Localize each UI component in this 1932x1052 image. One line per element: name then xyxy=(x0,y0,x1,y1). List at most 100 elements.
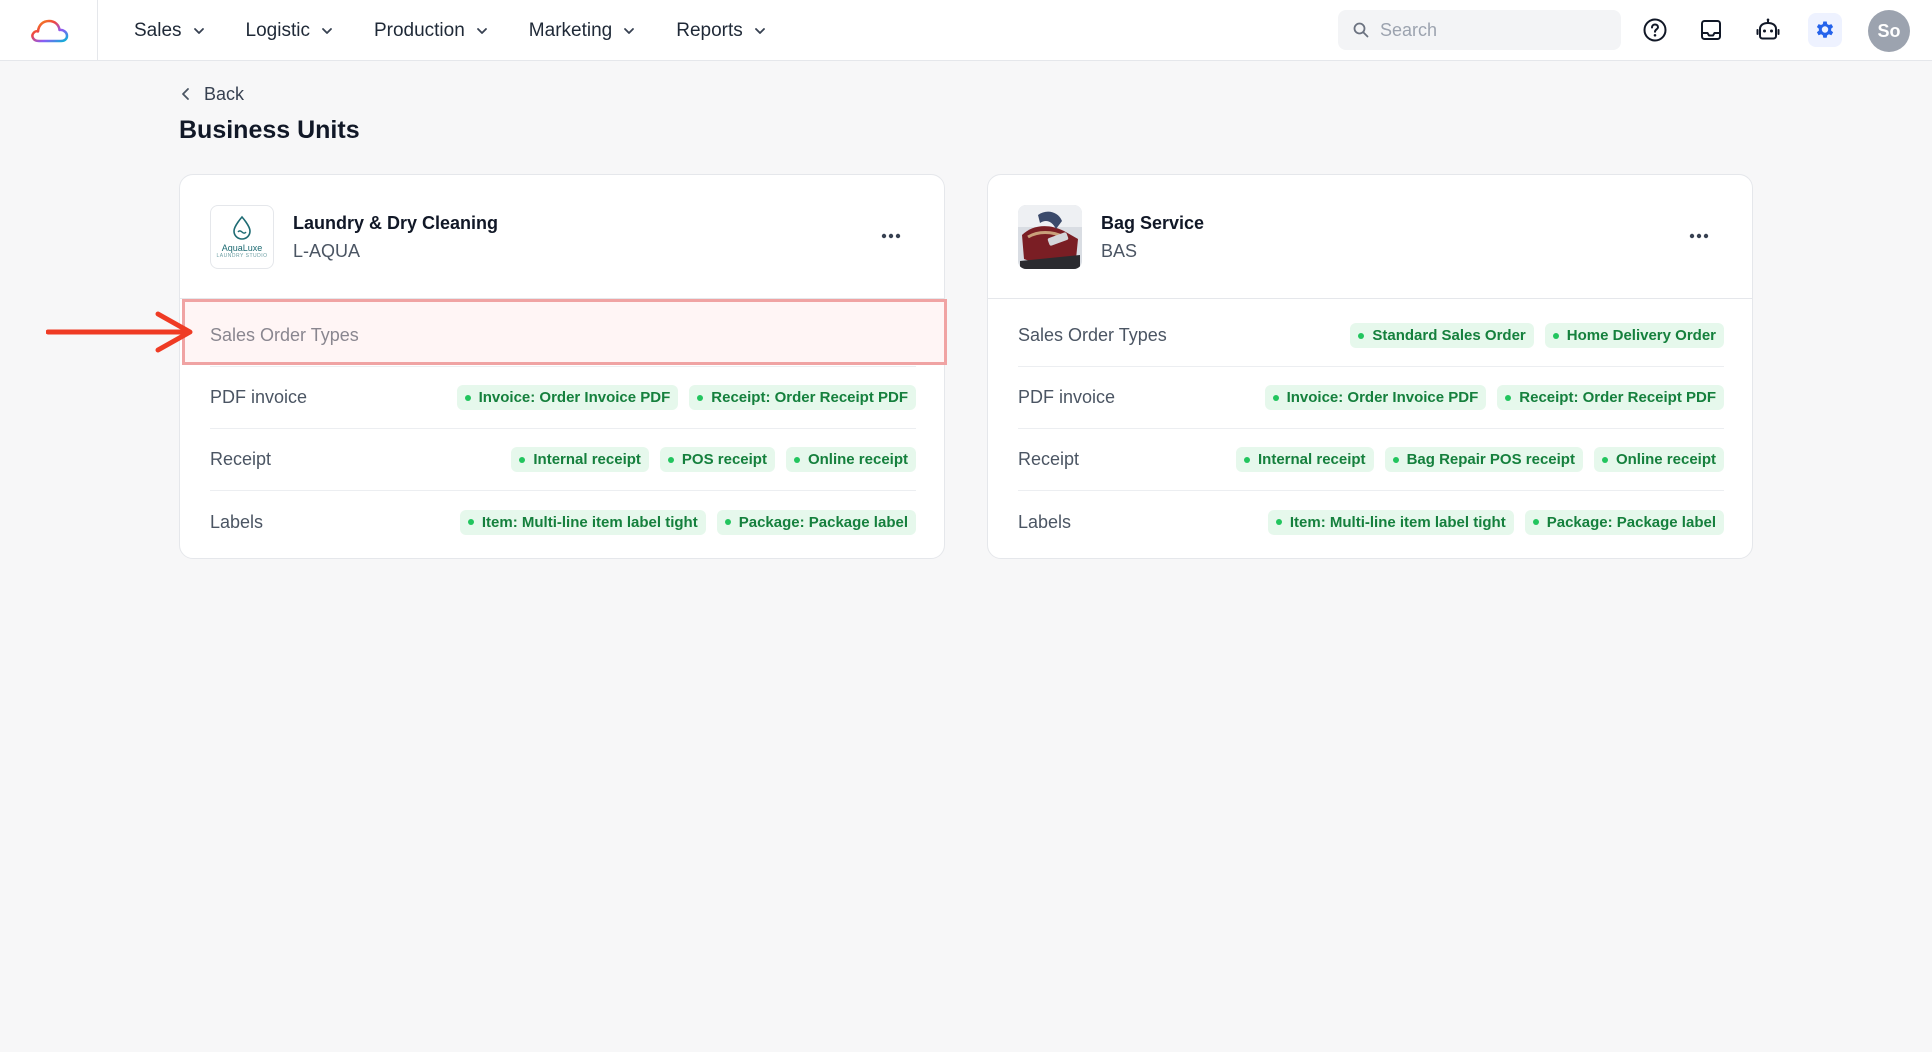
row-label: PDF invoice xyxy=(210,387,308,407)
tag: Internal receipt xyxy=(1236,447,1374,472)
help-button[interactable] xyxy=(1639,14,1671,46)
nav-logistic-label: Logistic xyxy=(245,19,310,41)
logo-subtext: LAUNDRY STUDIO xyxy=(216,253,268,259)
row-label: Labels xyxy=(1018,511,1072,532)
status-dot-icon xyxy=(1358,332,1365,339)
tag: Package: Package label xyxy=(1524,509,1724,535)
nav-marketing[interactable]: Marketing xyxy=(513,0,652,61)
business-unit-card: Bag Service BAS Sales Order Types Standa… xyxy=(987,174,1753,559)
app-logo[interactable] xyxy=(0,0,98,61)
row-labels[interactable]: Labels Item: Multi-line item label tight… xyxy=(210,491,916,553)
tag: Receipt: Order Receipt PDF xyxy=(1497,385,1724,410)
tag-list: Standard Sales Order Home Delivery Order xyxy=(1350,323,1724,348)
status-dot-icon xyxy=(467,519,474,525)
nav-reports-label: Reports xyxy=(676,19,743,41)
assistant-button[interactable] xyxy=(1752,14,1784,46)
search-input[interactable] xyxy=(1380,19,1600,41)
cloud-logo-icon xyxy=(30,19,68,42)
chevron-down-icon xyxy=(754,27,765,34)
inbox-icon xyxy=(1701,20,1721,40)
tag-label: Standard Sales Order xyxy=(1372,327,1526,344)
tag: Receipt: Order Receipt PDF xyxy=(689,385,916,410)
row-label: PDF invoice xyxy=(1018,387,1116,407)
main-nav: Sales Logistic Production Marketing Repo… xyxy=(118,0,791,61)
nav-sales-label: Sales xyxy=(134,19,182,41)
tag-label: POS receipt xyxy=(681,451,767,468)
chevron-left-icon xyxy=(182,88,189,100)
tag: Internal receipt xyxy=(511,447,649,472)
more-horizontal-icon xyxy=(881,233,901,239)
unit-code: L-AQUA xyxy=(293,241,361,261)
annotation-highlight-box xyxy=(182,299,947,365)
tag-list: Internal receipt POS receipt Online rece… xyxy=(511,447,916,472)
tag-label: Internal receipt xyxy=(533,451,641,468)
row-sales-order-types[interactable]: Sales Order Types Standard Sales Order H… xyxy=(1018,305,1724,367)
page-title: Business Units xyxy=(179,116,360,144)
avatar[interactable]: So xyxy=(1868,10,1910,52)
row-receipt[interactable]: Receipt Internal receipt Bag Repair POS … xyxy=(1018,429,1724,491)
top-navbar: Sales Logistic Production Marketing Repo… xyxy=(0,0,1932,61)
tag-label: Item: Multi-line item label tight xyxy=(481,513,698,531)
tag: Home Delivery Order xyxy=(1544,323,1724,348)
row-label: Receipt xyxy=(210,449,272,469)
tag-label: Package: Package label xyxy=(1546,513,1716,531)
nav-reports[interactable]: Reports xyxy=(660,0,783,61)
tag: Package: Package label xyxy=(716,509,916,535)
row-pdf-invoice[interactable]: PDF invoice Invoice: Order Invoice PDF R… xyxy=(210,367,916,429)
annotation-arrow-icon xyxy=(46,311,193,353)
status-dot-icon xyxy=(724,519,731,525)
logo-text: AquaLuxe xyxy=(221,243,263,253)
help-icon xyxy=(1643,18,1667,42)
status-dot-icon xyxy=(1532,519,1539,525)
tag: Online receipt xyxy=(785,447,916,472)
unit-name: Laundry & Dry Cleaning xyxy=(293,213,499,233)
tag-label: Receipt: Order Receipt PDF xyxy=(711,389,908,406)
status-dot-icon xyxy=(667,456,674,463)
tag-label: Online receipt xyxy=(1615,451,1716,468)
back-link[interactable]: Back xyxy=(180,82,244,106)
tag-label: Receipt: Order Receipt PDF xyxy=(1519,389,1716,406)
search-box[interactable] xyxy=(1338,10,1621,50)
bag-photo-icon xyxy=(1018,205,1082,269)
row-receipt[interactable]: Receipt Internal receipt POS receipt Onl… xyxy=(210,429,916,491)
status-dot-icon xyxy=(1244,456,1251,463)
tag-list: Internal receipt Bag Repair POS receipt … xyxy=(1236,447,1724,472)
tag-list: Item: Multi-line item label tight Packag… xyxy=(1267,509,1724,535)
tag: Item: Multi-line item label tight xyxy=(459,509,706,535)
row-pdf-invoice[interactable]: PDF invoice Invoice: Order Invoice PDF R… xyxy=(1018,367,1724,429)
tag: Invoice: Order Invoice PDF xyxy=(456,385,679,410)
card-header: Bag Service BAS xyxy=(988,175,1752,299)
tag-label: Invoice: Order Invoice PDF xyxy=(1286,389,1479,406)
tag: Bag Repair POS receipt xyxy=(1384,447,1583,472)
status-dot-icon xyxy=(519,456,526,463)
more-horizontal-icon xyxy=(1689,233,1709,239)
status-dot-icon xyxy=(1601,456,1608,463)
tag: Online receipt xyxy=(1593,447,1724,472)
row-labels[interactable]: Labels Item: Multi-line item label tight… xyxy=(1018,491,1724,553)
inbox-button[interactable] xyxy=(1695,14,1727,46)
tag-list: Item: Multi-line item label tight Packag… xyxy=(459,509,916,535)
unit-photo xyxy=(1018,205,1082,269)
tag-label: Home Delivery Order xyxy=(1566,327,1716,344)
back-label: Back xyxy=(204,83,245,104)
gear-icon xyxy=(1816,21,1834,38)
status-dot-icon xyxy=(793,456,800,463)
nav-production-label: Production xyxy=(373,19,465,41)
tag-label: Item: Multi-line item label tight xyxy=(1289,513,1506,531)
nav-logistic[interactable]: Logistic xyxy=(230,0,350,61)
tag-label: Online receipt xyxy=(807,451,908,468)
tag-list: Invoice: Order Invoice PDF Receipt: Orde… xyxy=(456,385,916,410)
unit-code: BAS xyxy=(1101,241,1138,261)
search-icon xyxy=(1353,22,1369,38)
more-options-button[interactable] xyxy=(1684,221,1714,251)
status-dot-icon xyxy=(1275,519,1282,525)
status-dot-icon xyxy=(464,394,471,401)
robot-icon xyxy=(1756,18,1780,40)
status-dot-icon xyxy=(1392,456,1399,463)
tag-label: Package: Package label xyxy=(738,513,908,531)
nav-sales[interactable]: Sales xyxy=(118,0,222,61)
more-options-button[interactable] xyxy=(876,221,906,251)
status-dot-icon xyxy=(1505,394,1512,401)
settings-button[interactable] xyxy=(1808,13,1842,47)
nav-production[interactable]: Production xyxy=(358,0,505,61)
